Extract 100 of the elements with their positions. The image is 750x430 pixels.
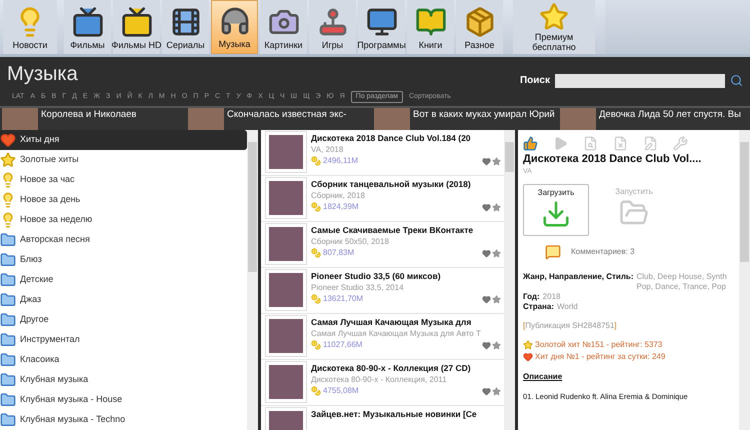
computer-icon [366,6,398,38]
scrollbar[interactable] [504,130,515,430]
star-icon [523,340,533,350]
star-icon[interactable] [492,294,501,304]
star-icon[interactable] [492,156,501,166]
news-link[interactable]: Королева и Николаев [41,108,136,122]
description-heading: Описание [523,370,564,382]
category-item[interactable]: Детские [0,270,247,290]
release-title[interactable]: Самые Скачиваемые Треки ВКонтакте [311,224,474,236]
category-tab[interactable]: Новости [3,0,57,54]
premium-button[interactable]: Премиум бесплатно [513,0,595,54]
photo-placeholder [374,108,410,130]
search-icon[interactable] [730,74,743,87]
info-value: Club, Deep House, Synth Pop, Dance, Trance, Pop [636,272,728,292]
category-tab[interactable]: Музыка [211,0,258,54]
category-tab[interactable]: Картинки [260,0,307,54]
heart-icon[interactable] [482,294,491,304]
release-size: 1824,39M [323,201,359,213]
folder-icon [0,312,16,328]
category-item[interactable]: Клубная музыка [0,370,247,390]
release-size: 807,83M [323,247,354,259]
category-tab[interactable]: Игры [309,0,356,54]
category-item[interactable]: Джаз [0,290,247,310]
category-tab[interactable]: Разное [456,0,503,54]
scrollbar[interactable] [739,130,750,430]
category-item[interactable]: Новое за час [0,170,247,190]
category-item[interactable]: Золотые хиты [0,150,247,170]
star-icon[interactable] [492,248,501,258]
photo-placeholder [188,108,224,130]
heart-icon[interactable] [482,340,491,350]
album-cover [266,224,306,264]
folder-icon [0,232,16,248]
category-item[interactable]: Новое за неделю [0,210,247,230]
wrench-icon[interactable] [673,136,688,150]
page-title: Музыка [7,62,78,86]
category-item[interactable]: Клубная музыка - House [0,390,247,410]
category-item[interactable]: Инструментал [0,330,247,350]
release-title[interactable]: Зайцев.нет: Музыкальные новинки [Се [311,408,477,420]
folder-icon [0,352,16,368]
category-item[interactable]: Авторская песня [0,230,247,250]
category-tab[interactable]: Фильмы HD [113,0,160,54]
star-icon[interactable] [492,202,501,212]
heart-icon[interactable] [482,248,491,258]
category-tab[interactable]: Книги [407,0,454,54]
release-title[interactable]: Pioneer Studio 33,5 (60 миксов) [311,270,441,282]
release-subtitle: Сборник 50x50, 2018 [311,236,390,247]
release-title[interactable]: Сборник танцевальной музыки (2018) [311,178,471,190]
news-link[interactable]: Девочка Лида 50 лет спустя. Вы [599,108,741,122]
play-icon[interactable] [553,136,568,150]
comments-count[interactable]: Комментариев: 3 [571,246,635,258]
tv-icon [120,6,152,38]
category-item[interactable]: Класоика [0,350,247,370]
file-search-icon[interactable] [583,136,598,150]
thumbs-up-icon[interactable] [523,136,538,150]
news-link[interactable]: Скончалась известная экс- [227,108,346,122]
action-button[interactable]: Загрузить [523,184,589,236]
comments-icon [545,244,561,260]
headphones-icon [218,5,250,37]
release-title[interactable]: Дискотека 2018 Dance Club Vol.184 (20 [311,132,471,144]
release-size: 2496,11M [323,155,358,167]
scrollbar[interactable] [247,130,258,430]
box-icon [464,6,496,38]
file-delete-icon[interactable] [613,136,628,150]
category-tab[interactable]: Программы [358,0,405,54]
tv-icon [72,6,104,38]
search-field[interactable] [555,74,725,88]
search-label: Поиск [520,74,550,88]
category-item[interactable]: Хиты дня [0,130,247,150]
category-item[interactable]: Клубная музыка - Techno [0,410,247,430]
star-icon[interactable] [492,386,501,396]
release-size: 11027,66M [323,339,362,351]
category-tab[interactable]: Сериалы [162,0,209,54]
folder-icon [0,392,16,408]
folder-icon [0,332,16,348]
star-icon [539,2,569,32]
heart-icon[interactable] [482,156,491,166]
file-edit-icon[interactable] [643,136,658,150]
star-icon[interactable] [492,340,501,350]
coins-icon [311,386,321,396]
coins-icon [311,202,321,212]
photo-placeholder [560,108,596,130]
category-item[interactable]: Новое за день [0,190,247,210]
joystick-icon [316,6,348,38]
category-item[interactable]: Блюз [0,250,247,270]
photo-placeholder [2,108,38,130]
rating-text: Золотой хит №151 - рейтинг: 5373 [535,338,662,350]
info-label: Страна: [523,302,554,312]
heart-icon[interactable] [482,202,491,212]
release-size: 4755,08M [323,385,359,397]
release-title[interactable]: Дискотека 80-90-х - Коллекция (27 CD) [311,362,471,374]
heart-icon [0,132,16,148]
category-tab[interactable]: Фильмы [64,0,111,54]
category-item[interactable]: Другое [0,310,247,330]
release-title[interactable]: Самая Лучшая Качающая Музыка для [311,316,472,328]
info-value: 2018 [542,292,560,302]
news-link[interactable]: Вот в каких муках умирал Юрий [413,108,555,122]
album-cover [266,178,306,218]
rating-text: Хит дня №1 - рейтинг за сутки: 249 [535,350,666,362]
books-icon [414,6,446,38]
heart-icon[interactable] [482,386,491,396]
